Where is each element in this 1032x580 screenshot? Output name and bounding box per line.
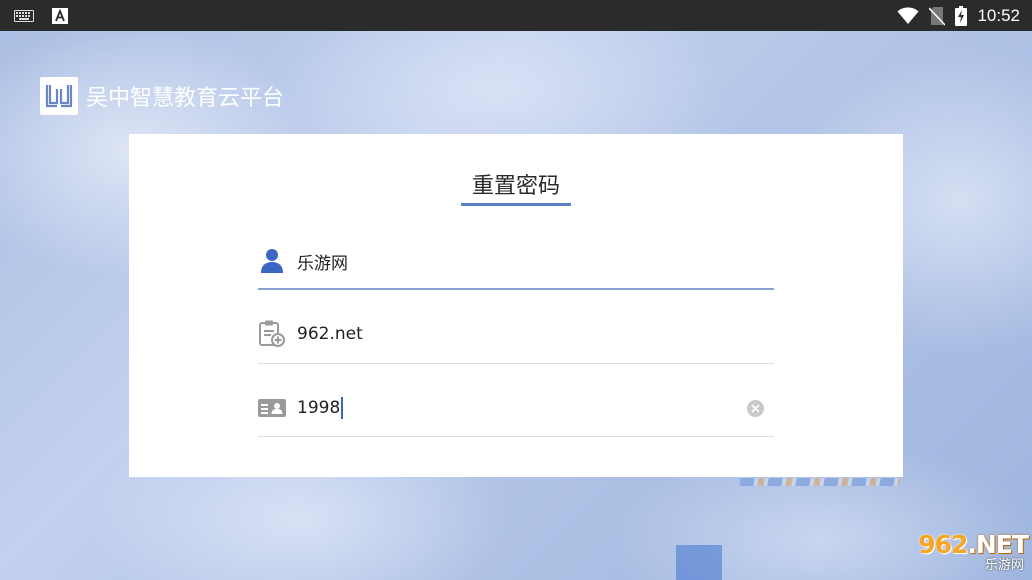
watermark-logo: 962.NET 乐游网 [893, 530, 1029, 576]
no-sim-icon [929, 6, 946, 26]
organization-field[interactable]: 962.net [258, 309, 774, 359]
brand-header: 吴中智慧教育云平台 [40, 76, 284, 116]
keyboard-icon [14, 9, 34, 22]
organization-value[interactable]: 962.net [297, 324, 363, 344]
battery-charging-icon [955, 5, 968, 26]
organization-underline [258, 363, 774, 364]
watermark-suffix: .NET [967, 530, 1029, 559]
id-number-underline [258, 436, 774, 437]
background-paper-strip [739, 478, 901, 486]
background-blue-block [676, 545, 722, 580]
user-icon [258, 247, 286, 275]
id-number-field[interactable]: 1998 [258, 383, 774, 433]
id-card-icon [258, 394, 286, 422]
id-number-input[interactable]: 1998 [297, 397, 344, 419]
clear-icon[interactable] [747, 400, 764, 417]
watermark-text: 乐游网 [984, 558, 1024, 573]
a-notification-icon [52, 7, 68, 24]
platform-name: 吴中智慧教育云平台 [86, 86, 285, 111]
status-bar: 10:52 [0, 0, 1032, 31]
text-caret [341, 397, 344, 419]
id-number-value: 1998 [297, 398, 341, 418]
username-underline [258, 288, 774, 290]
wifi-icon [897, 7, 919, 25]
watermark-top: 962.NET [918, 530, 1029, 559]
clipboard-add-icon [258, 320, 286, 348]
title-underline [461, 203, 571, 206]
username-field[interactable]: 乐游网 [258, 236, 774, 286]
status-time: 10:52 [977, 5, 1020, 25]
book-logo-icon [40, 77, 78, 115]
username-value[interactable]: 乐游网 [297, 249, 348, 274]
watermark-number: 962 [918, 530, 968, 559]
page-title: 重置密码 [471, 174, 560, 199]
